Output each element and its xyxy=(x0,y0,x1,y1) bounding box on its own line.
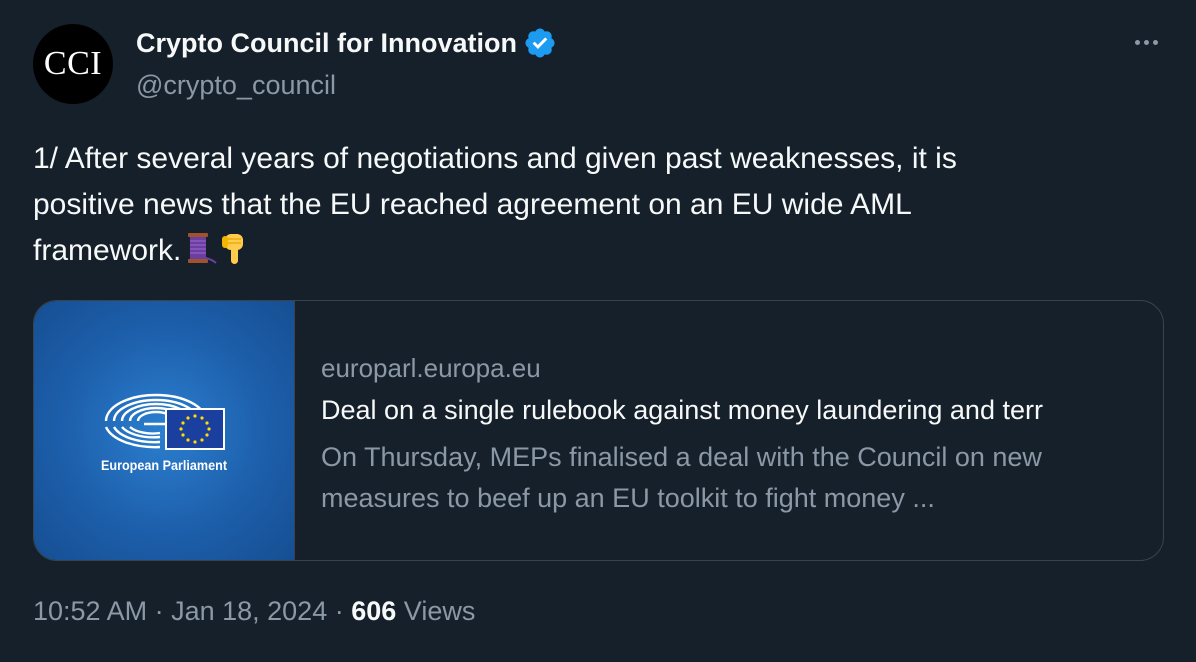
backhand-index-pointing-down-emoji xyxy=(217,230,253,280)
card-title: Deal on a single rulebook against money … xyxy=(321,395,1043,425)
link-preview-card[interactable]: European Parliament europarl.europa.eu D… xyxy=(33,300,1164,561)
author-display-name[interactable]: Crypto Council for Innovation xyxy=(136,28,517,59)
card-description-line-2: measures to beef up an EU toolkit to fig… xyxy=(321,483,935,513)
thread-spool-emoji xyxy=(181,230,218,280)
tweet-text-line-1: 1/ After several years of negotiations a… xyxy=(33,142,957,175)
tweet-date[interactable]: Jan 18, 2024 xyxy=(171,596,327,626)
author-name-row: Crypto Council for Innovation xyxy=(136,26,557,60)
tweet-meta: 10:52 AM · Jan 18, 2024 · 606 Views xyxy=(33,596,475,627)
tweet-text-line-3: framework. xyxy=(33,234,182,267)
views-label: Views xyxy=(403,596,476,626)
card-body[interactable]: europarl.europa.eu Deal on a single rule… xyxy=(295,301,1163,560)
meta-separator: · xyxy=(147,596,172,626)
author-handle[interactable]: @crypto_council xyxy=(136,70,336,101)
avatar-text: CCI xyxy=(43,45,103,82)
tweet-text-line-2: positive news that the EU reached agreem… xyxy=(33,188,912,221)
more-options-icon[interactable] xyxy=(1128,28,1164,56)
card-description-line-1: On Thursday, MEPs finalised a deal with … xyxy=(321,442,1042,472)
meta-separator: · xyxy=(327,596,352,626)
card-domain: europarl.europa.eu xyxy=(321,353,541,383)
card-image-label: European Parliament xyxy=(100,457,228,473)
european-parliament-logo-icon xyxy=(104,393,225,450)
avatar[interactable]: CCI xyxy=(33,24,113,104)
card-description: On Thursday, MEPs finalised a deal with … xyxy=(321,437,1151,519)
tweet-text: 1/ After several years of negotiations a… xyxy=(33,136,1143,280)
tweet-time[interactable]: 10:52 AM xyxy=(33,596,147,626)
views-count: 606 xyxy=(351,596,397,626)
card-image: European Parliament xyxy=(34,301,295,560)
verified-badge-icon[interactable] xyxy=(523,26,557,60)
